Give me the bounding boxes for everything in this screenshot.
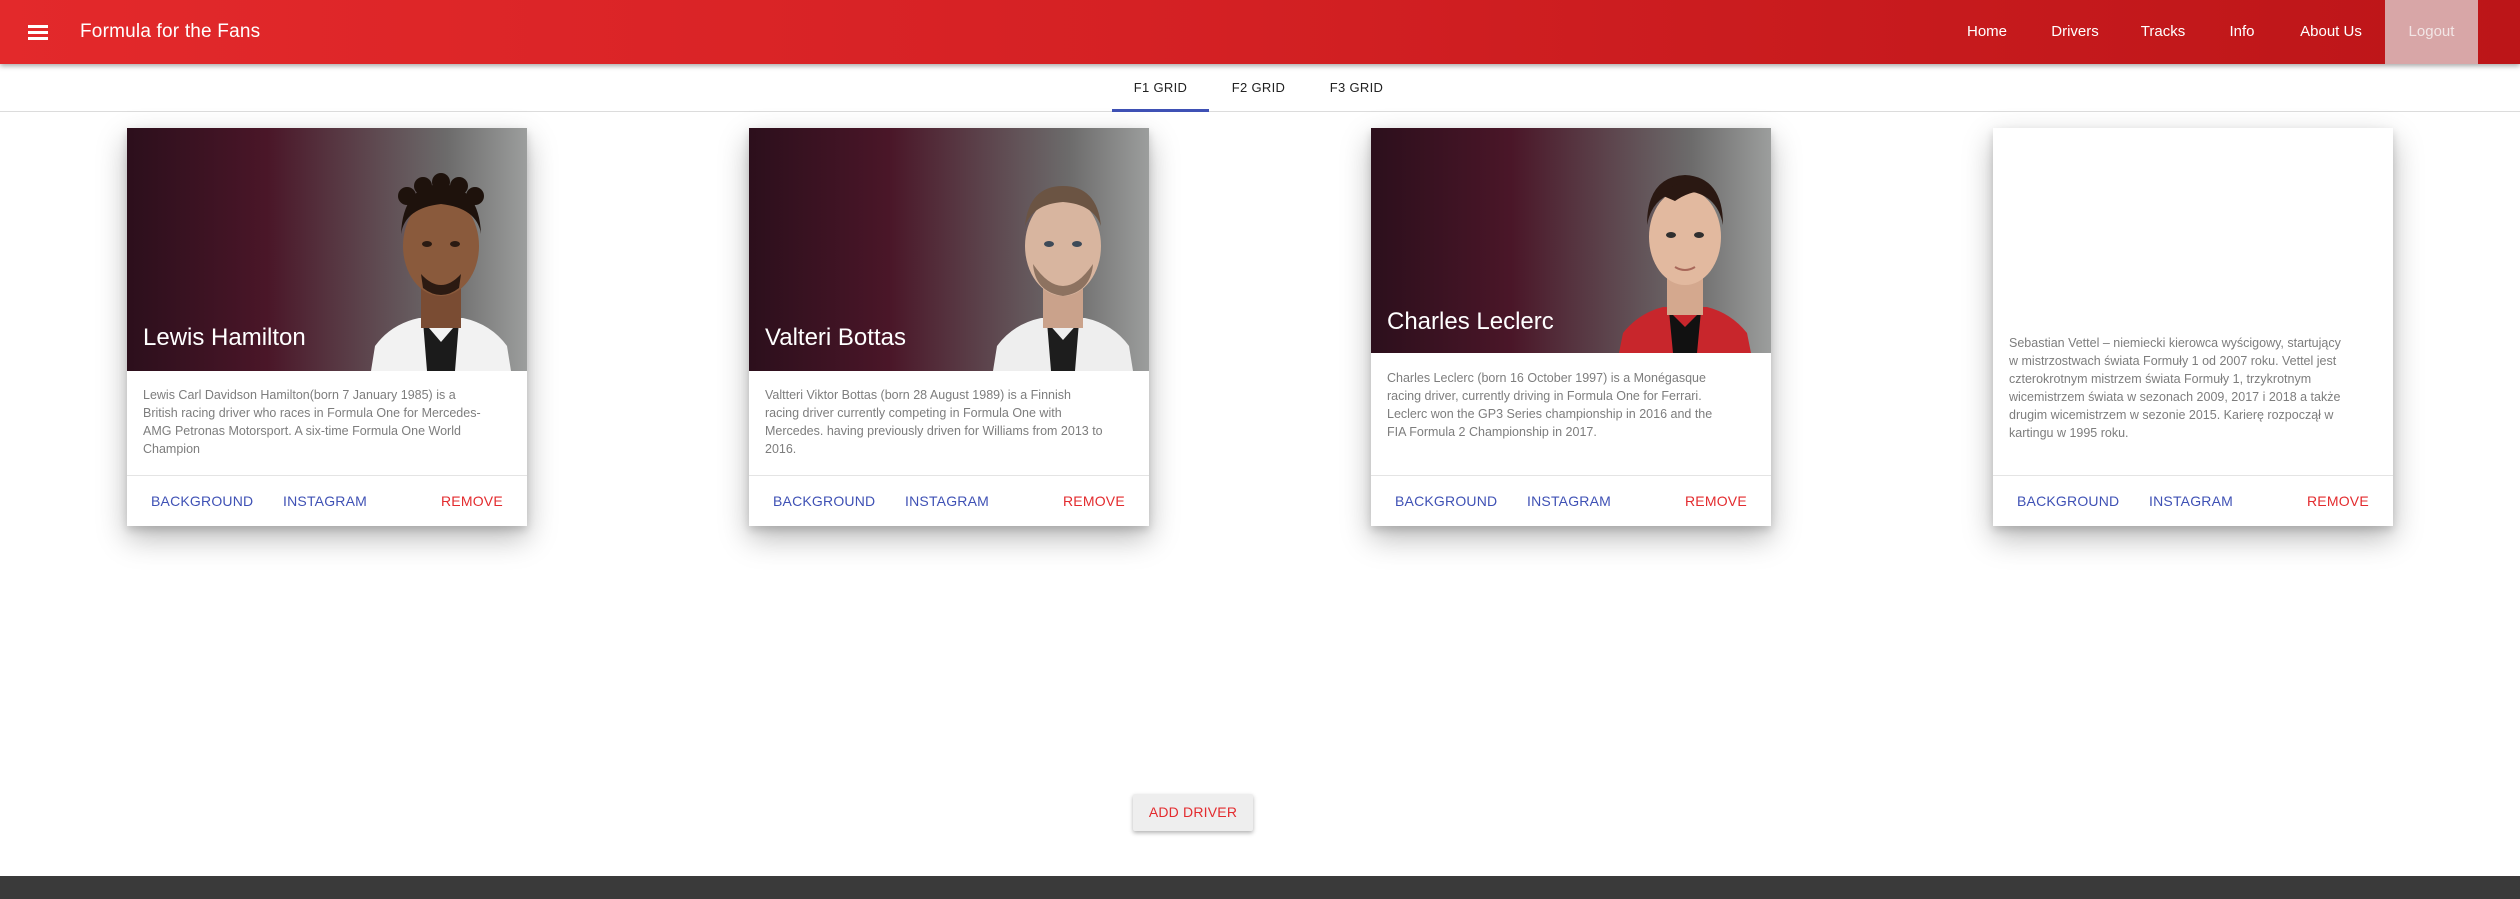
background-button[interactable]: BACKGROUND [151, 476, 253, 527]
driver-photo: Charles Leclerc [1371, 128, 1771, 353]
driver-photo: Lewis Hamilton [127, 128, 527, 371]
driver-card: Sebastian Vettel – niemiecki kierowca wy… [1993, 128, 2393, 526]
footer [0, 876, 2520, 899]
driver-description: Charles Leclerc (born 16 October 1997) i… [1387, 371, 1713, 439]
card-actions: BACKGROUND INSTAGRAM REMOVE [1371, 475, 1771, 527]
nav-info[interactable]: Info [2220, 0, 2264, 64]
driver-description: Valtteri Viktor Bottas (born 28 August 1… [765, 388, 1103, 456]
remove-button[interactable]: REMOVE [1063, 476, 1125, 527]
driver-name: Charles Leclerc [1387, 308, 1554, 335]
driver-description: Lewis Carl Davidson Hamilton(born 7 Janu… [143, 388, 481, 456]
driver-photo [1993, 128, 2393, 328]
instagram-button[interactable]: INSTAGRAM [1527, 476, 1611, 527]
tab-label: F1 GRID [1133, 80, 1188, 95]
remove-button[interactable]: REMOVE [1685, 476, 1747, 527]
driver-photo: Valteri Bottas [749, 128, 1149, 371]
grid-tabs: F1 GRID F2 GRID F3 GRID [0, 64, 2520, 112]
nav-logout[interactable]: Logout [2385, 0, 2478, 64]
nav-tracks[interactable]: Tracks [2132, 0, 2194, 64]
card-actions: BACKGROUND INSTAGRAM REMOVE [1993, 475, 2393, 527]
tab-f1-grid[interactable]: F1 GRID [1112, 64, 1209, 112]
instagram-button[interactable]: INSTAGRAM [905, 476, 989, 527]
nav-about-us[interactable]: About Us [2286, 0, 2376, 64]
tab-f3-grid[interactable]: F3 GRID [1308, 64, 1405, 111]
background-button[interactable]: BACKGROUND [1395, 476, 1497, 527]
add-driver-button[interactable]: ADD DRIVER [1133, 794, 1253, 831]
driver-portrait-image [993, 186, 1133, 371]
nav-home[interactable]: Home [1955, 0, 2019, 64]
active-tab-indicator [1112, 109, 1209, 112]
card-actions: BACKGROUND INSTAGRAM REMOVE [127, 475, 527, 527]
app-title: Formula for the Fans [80, 21, 261, 42]
nav-drivers[interactable]: Drivers [2042, 0, 2108, 64]
background-button[interactable]: BACKGROUND [2017, 476, 2119, 527]
instagram-button[interactable]: INSTAGRAM [2149, 476, 2233, 527]
driver-portrait-image [371, 173, 511, 371]
background-button[interactable]: BACKGROUND [773, 476, 875, 527]
card-actions: BACKGROUND INSTAGRAM REMOVE [749, 475, 1149, 527]
driver-card: Lewis Hamilton Lewis Carl Davidson Hamil… [127, 128, 527, 526]
app-bar: Formula for the Fans Home Drivers Tracks… [0, 0, 2520, 64]
driver-name: Lewis Hamilton [143, 324, 306, 351]
instagram-button[interactable]: INSTAGRAM [283, 476, 367, 527]
driver-description: Sebastian Vettel – niemiecki kierowca wy… [2009, 336, 2341, 440]
remove-button[interactable]: REMOVE [441, 476, 503, 527]
driver-card: Charles Leclerc Charles Leclerc (born 16… [1371, 128, 1771, 526]
driver-name: Valteri Bottas [765, 324, 906, 351]
menu-icon[interactable] [20, 14, 56, 50]
driver-card: Valteri Bottas Valtteri Viktor Bottas (b… [749, 128, 1149, 526]
driver-portrait-image [1619, 175, 1751, 353]
remove-button[interactable]: REMOVE [2307, 476, 2369, 527]
tab-f2-grid[interactable]: F2 GRID [1210, 64, 1307, 111]
